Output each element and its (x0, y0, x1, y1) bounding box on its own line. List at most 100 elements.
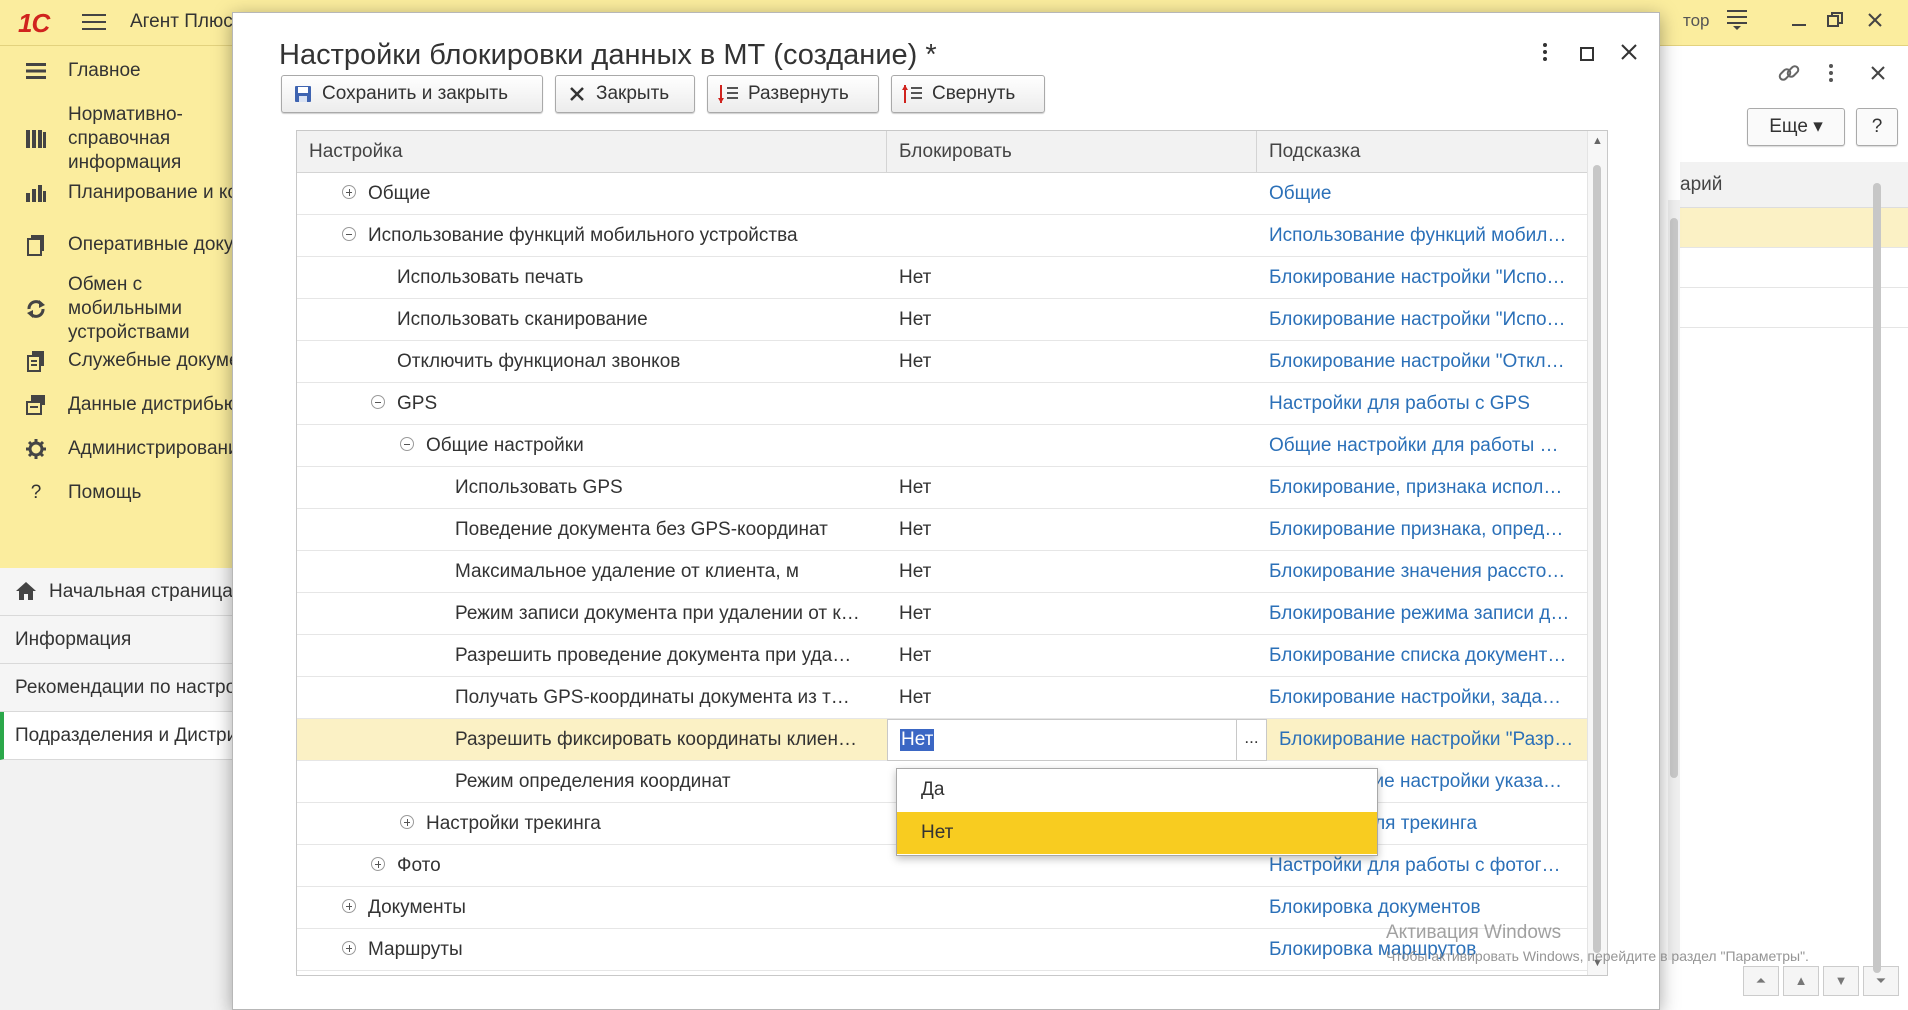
hint-link[interactable]: Блокирование режима записи д… (1257, 593, 1587, 635)
sidebar-item-service-docs[interactable]: Служебные документы (0, 348, 232, 374)
block-value-editor[interactable]: Нет (887, 719, 1237, 761)
collapse-toggle-icon[interactable] (342, 226, 356, 241)
hint-link[interactable]: Настройки для работы с GPS (1257, 383, 1587, 425)
help-button[interactable]: ? (1856, 108, 1898, 146)
main-menu-icon[interactable] (80, 10, 108, 34)
block-value[interactable]: Нет (887, 509, 1257, 551)
block-value[interactable]: Нет (887, 341, 1257, 383)
dropdown-option-no[interactable]: Нет (897, 812, 1377, 854)
choice-button[interactable]: ... (1237, 719, 1267, 761)
table-row[interactable]: Режим записи документа при удалении от к… (297, 593, 1587, 635)
table-row[interactable]: Отключить функционал звонков Нет Блокиро… (297, 341, 1587, 383)
block-value[interactable]: Нет (887, 635, 1257, 677)
close-button[interactable]: Закрыть (555, 75, 695, 113)
expand-toggle-icon[interactable] (342, 898, 356, 913)
settings-menu-icon[interactable] (1722, 8, 1752, 38)
table-row[interactable]: Использовать печать Нет Блокирование нас… (297, 257, 1587, 299)
sidebar-item-distributor-data[interactable]: Данные дистрибьютора (0, 392, 232, 418)
hint-link[interactable]: Общие настройки для работы … (1257, 425, 1587, 467)
block-value[interactable]: Нет (887, 677, 1257, 719)
table-row[interactable]: Использовать GPS Нет Блокирование, призн… (297, 467, 1587, 509)
hint-link[interactable]: Блокирование настройки "Разр… (1267, 719, 1587, 761)
column-header-block[interactable]: Блокировать (887, 131, 1257, 173)
hint-link[interactable]: Блокирование настройки "Испо… (1257, 257, 1587, 299)
topbar-user-label[interactable]: тор (1683, 11, 1710, 31)
expand-toggle-icon[interactable] (371, 856, 385, 871)
hint-link[interactable]: Блокирование настройки "Откл… (1257, 341, 1587, 383)
block-value[interactable]: Нет (887, 467, 1257, 509)
sidebar-item-operative-docs[interactable]: Оперативные документы (0, 232, 232, 258)
hint-link[interactable]: Блокирование, признака испол… (1257, 467, 1587, 509)
hint-link[interactable]: Блокирование настройки "Испо… (1257, 299, 1587, 341)
table-row[interactable]: Использовать сканирование Нет Блокирован… (297, 299, 1587, 341)
open-window-home[interactable]: Начальная страница (0, 568, 232, 616)
expand-button[interactable]: Развернуть (707, 75, 879, 113)
scroll-first-icon[interactable]: ⏶ (1743, 966, 1779, 996)
more-vertical-icon[interactable] (1826, 60, 1836, 93)
collapse-toggle-icon[interactable] (371, 394, 385, 409)
table-row[interactable]: Общие настройки Общие настройки для рабо… (297, 425, 1587, 467)
hint-link[interactable]: Использование функций мобил… (1257, 215, 1587, 257)
block-value[interactable] (887, 383, 1257, 425)
maximize-icon[interactable] (1571, 39, 1603, 71)
table-row[interactable]: GPS Настройки для работы с GPS (297, 383, 1587, 425)
block-value[interactable] (887, 215, 1257, 257)
dialog-scrollbar-thumb[interactable] (1873, 183, 1881, 973)
block-value[interactable]: Нет (887, 593, 1257, 635)
table-row-selected[interactable]: Разрешить фиксировать координаты клиен… … (297, 719, 1587, 761)
open-window-recommendations[interactable]: Рекомендации по настройке (0, 664, 232, 712)
hint-link[interactable]: Общие (1257, 173, 1587, 215)
table-row[interactable]: Максимальное удаление от клиента, м Нет … (297, 551, 1587, 593)
hint-link[interactable]: ние настройки указа… (1363, 761, 1587, 803)
sidebar-item-help[interactable]: ? Помощь (0, 480, 232, 506)
close-app-icon[interactable] (1860, 8, 1890, 38)
table-scrollbar-thumb[interactable] (1593, 165, 1601, 953)
open-window-subdivisions[interactable]: Подразделения и Дистрибьюторы (0, 712, 232, 760)
open-window-info[interactable]: Информация (0, 616, 232, 664)
block-value[interactable]: Нет (887, 551, 1257, 593)
scroll-up-icon[interactable]: ▲ (1783, 966, 1819, 996)
more-vertical-icon[interactable] (1529, 39, 1561, 71)
hint-link[interactable]: Блокирование настройки, зада… (1257, 677, 1587, 719)
expand-toggle-icon[interactable] (400, 814, 414, 829)
save-and-close-button[interactable]: Сохранить и закрыть (281, 75, 543, 113)
dropdown-option-yes[interactable]: Да (897, 769, 1377, 811)
block-value[interactable]: Нет (887, 257, 1257, 299)
table-row[interactable]: Поведение документа без GPS-координат Не… (297, 509, 1587, 551)
sidebar-item-mobile-exchange[interactable]: Обмен с мобильными устройствами (0, 274, 232, 343)
more-button[interactable]: Еще ▾ (1747, 108, 1845, 146)
column-header-setting[interactable]: Настройка (297, 131, 887, 173)
app-logo[interactable]: 1С (18, 8, 50, 39)
block-value[interactable] (887, 425, 1257, 467)
collapse-label: Свернуть (932, 83, 1016, 104)
scroll-up-icon[interactable]: ▲ (1592, 135, 1603, 147)
table-row[interactable]: Получать GPS-координаты документа из т… … (297, 677, 1587, 719)
block-value[interactable]: Нет (887, 299, 1257, 341)
close-form-icon[interactable] (1868, 62, 1888, 90)
background-scrollbar-thumb[interactable] (1670, 218, 1678, 778)
link-icon[interactable] (1776, 60, 1802, 93)
minimize-icon[interactable] (1784, 8, 1814, 38)
close-dialog-icon[interactable] (1613, 39, 1645, 71)
table-row[interactable]: Общие Общие (297, 173, 1587, 215)
collapse-button[interactable]: Свернуть (891, 75, 1045, 113)
hint-link[interactable]: Блокирование значения рассто… (1257, 551, 1587, 593)
collapse-toggle-icon[interactable] (400, 436, 414, 451)
block-value[interactable] (887, 887, 1257, 929)
sidebar-item-planning[interactable]: Планирование и контроль (0, 180, 232, 206)
table-row[interactable]: Разрешить проведение документа при уда… … (297, 635, 1587, 677)
block-value[interactable] (887, 929, 1257, 971)
scroll-down-icon[interactable]: ▼ (1823, 966, 1859, 996)
column-header-hint[interactable]: Подсказка (1257, 131, 1587, 173)
sidebar-item-reference[interactable]: Нормативно-справочная информация (0, 104, 232, 173)
expand-toggle-icon[interactable] (342, 184, 356, 199)
table-row[interactable]: Использование функций мобильного устройс… (297, 215, 1587, 257)
expand-toggle-icon[interactable] (342, 940, 356, 955)
sidebar-item-main[interactable]: Главное (0, 58, 232, 84)
sidebar-item-administration[interactable]: Администрирование (0, 436, 232, 462)
hint-link[interactable]: для трекинга (1363, 803, 1587, 845)
block-value[interactable] (887, 173, 1257, 215)
hint-link[interactable]: Блокирование признака, опред… (1257, 509, 1587, 551)
restore-icon[interactable] (1820, 8, 1850, 38)
hint-link[interactable]: Блокирование списка документ… (1257, 635, 1587, 677)
